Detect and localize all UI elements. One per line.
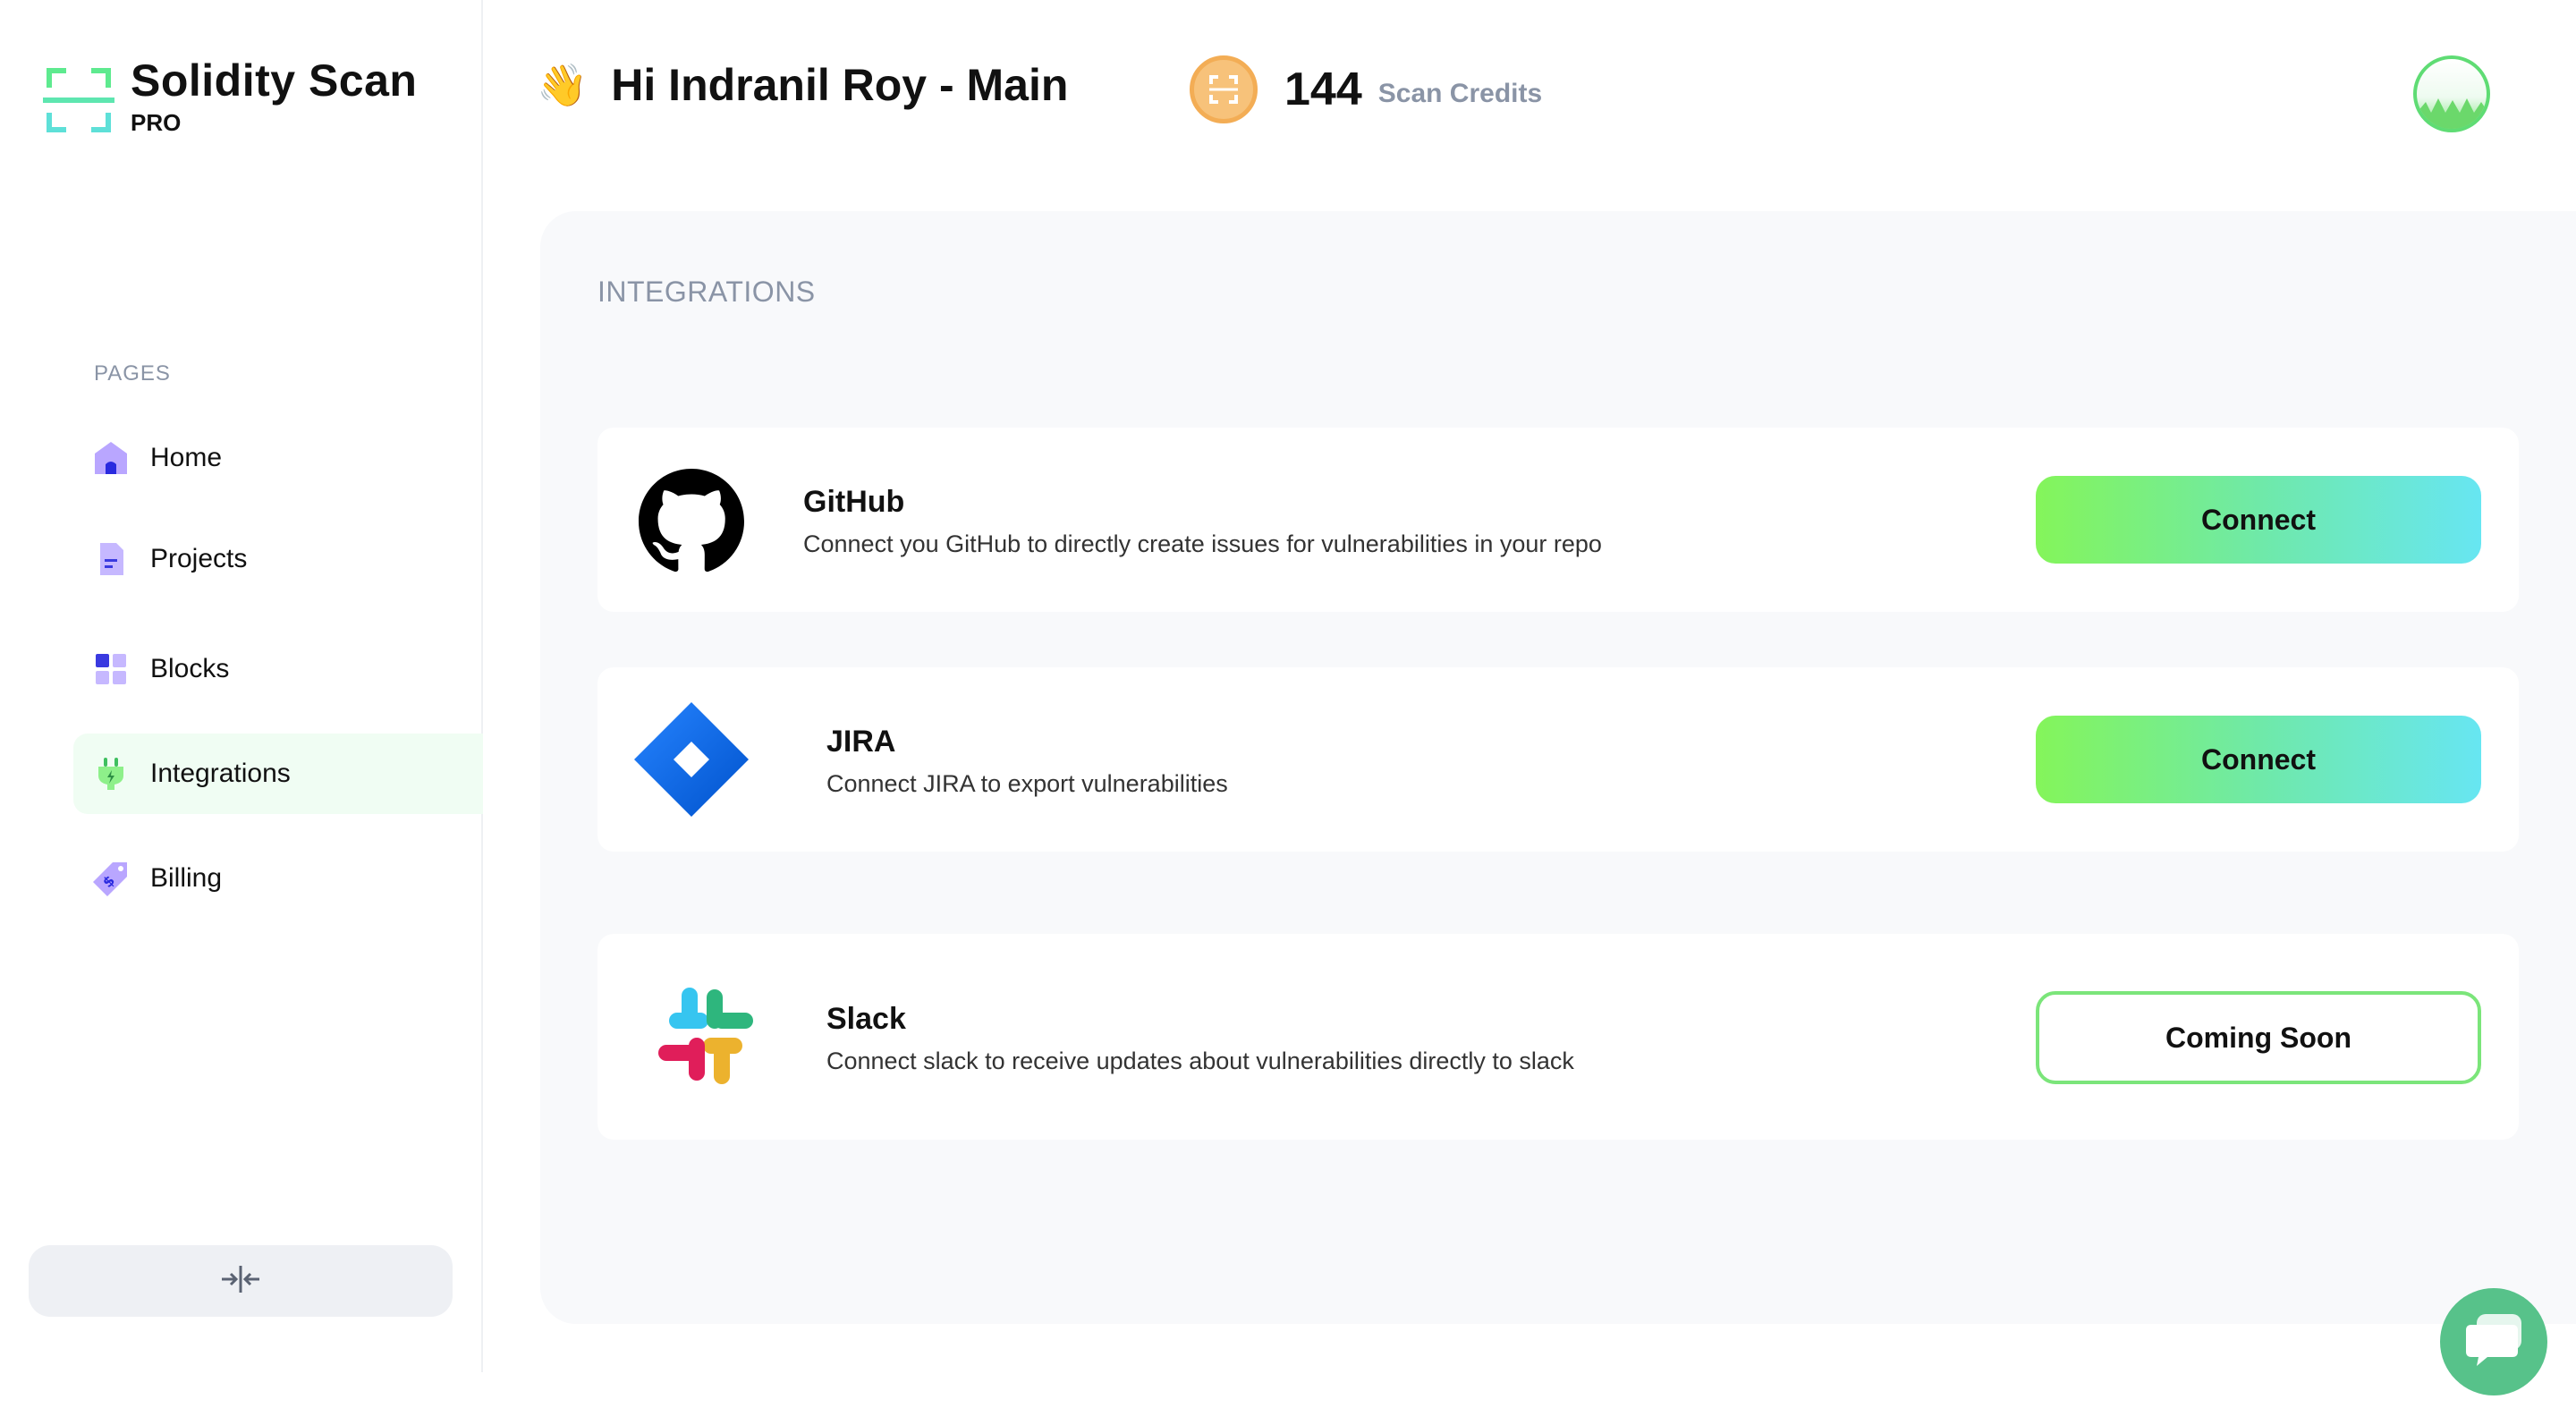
sidebar-item-integrations[interactable]: Integrations: [73, 734, 483, 814]
integration-name: Slack: [826, 1002, 906, 1036]
credit-label: Scan Credits: [1377, 79, 1543, 108]
integration-info: GitHub Connect you GitHub to directly cr…: [803, 485, 1602, 558]
sidebar-item-label: Projects: [150, 544, 248, 573]
scan-logo-icon: [43, 64, 114, 136]
integration-info: JIRA Connect JIRA to export vulnerabilit…: [826, 725, 1228, 798]
sidebar: Solidity Scan PRO PAGES Home Projects Bl…: [0, 0, 483, 1372]
integrations-panel: INTEGRATIONS GitHub Connect you GitHub t…: [540, 211, 2576, 1324]
plug-icon: [93, 756, 129, 792]
sidebar-item-label: Blocks: [150, 654, 230, 683]
sidebar-item-billing[interactable]: $ Billing: [73, 838, 483, 919]
connect-github-button[interactable]: Connect: [2036, 476, 2481, 564]
sidebar-item-label: Integrations: [150, 759, 291, 788]
brand-logo[interactable]: Solidity Scan PRO: [43, 55, 417, 137]
price-tag-icon: $: [93, 861, 129, 896]
app-root: Solidity Scan PRO PAGES Home Projects Bl…: [0, 0, 2576, 1408]
integration-card-slack: Slack Connect slack to receive updates a…: [597, 934, 2519, 1140]
sidebar-item-blocks[interactable]: Blocks: [73, 629, 483, 709]
sidebar-item-label: Billing: [150, 863, 223, 893]
brand-text: Solidity Scan PRO: [131, 55, 417, 137]
integration-card-github: GitHub Connect you GitHub to directly cr…: [597, 428, 2519, 612]
credit-count: 144: [1284, 64, 1362, 115]
coming-soon-button[interactable]: Coming Soon: [2036, 991, 2481, 1084]
collapse-icon: [220, 1264, 261, 1299]
header-greeting: 👋 Hi Indranil Roy - Main: [537, 59, 1068, 111]
integration-name: JIRA: [826, 725, 896, 759]
chat-icon: [2464, 1312, 2523, 1372]
github-icon: [633, 463, 750, 580]
greeting-text: Hi Indranil Roy - Main: [611, 60, 1069, 110]
brand-tier: PRO: [131, 109, 182, 136]
credit-coin-icon: [1190, 55, 1258, 123]
collapse-sidebar-button[interactable]: [29, 1245, 453, 1317]
sidebar-item-home[interactable]: Home: [73, 418, 483, 498]
scan-credits: 144 Scan Credits: [1190, 55, 1542, 123]
waving-hand-icon: 👋: [537, 62, 589, 108]
blocks-icon: [93, 651, 129, 687]
integration-description: Connect JIRA to export vulnerabilities: [826, 770, 1228, 797]
integration-description: Connect you GitHub to directly create is…: [803, 530, 1602, 557]
home-icon: [93, 440, 129, 476]
slack-icon: [648, 979, 764, 1095]
sidebar-item-label: Home: [150, 443, 223, 472]
integration-info: Slack Connect slack to receive updates a…: [826, 1002, 1574, 1075]
brand-name: Solidity Scan: [131, 55, 418, 106]
integration-name: GitHub: [803, 485, 905, 519]
integration-description: Connect slack to receive updates about v…: [826, 1048, 1574, 1074]
connect-jira-button[interactable]: Connect: [2036, 716, 2481, 803]
integration-card-jira: JIRA Connect JIRA to export vulnerabilit…: [597, 667, 2519, 852]
sidebar-item-projects[interactable]: Projects: [73, 519, 483, 599]
page-title: INTEGRATIONS: [597, 276, 816, 308]
avatar-grass-icon: [2417, 98, 2487, 129]
chat-widget-button[interactable]: [2440, 1288, 2547, 1395]
jira-icon: [633, 701, 750, 818]
avatar[interactable]: [2413, 55, 2490, 132]
document-icon: [93, 541, 129, 577]
pages-section-label: PAGES: [94, 361, 171, 386]
